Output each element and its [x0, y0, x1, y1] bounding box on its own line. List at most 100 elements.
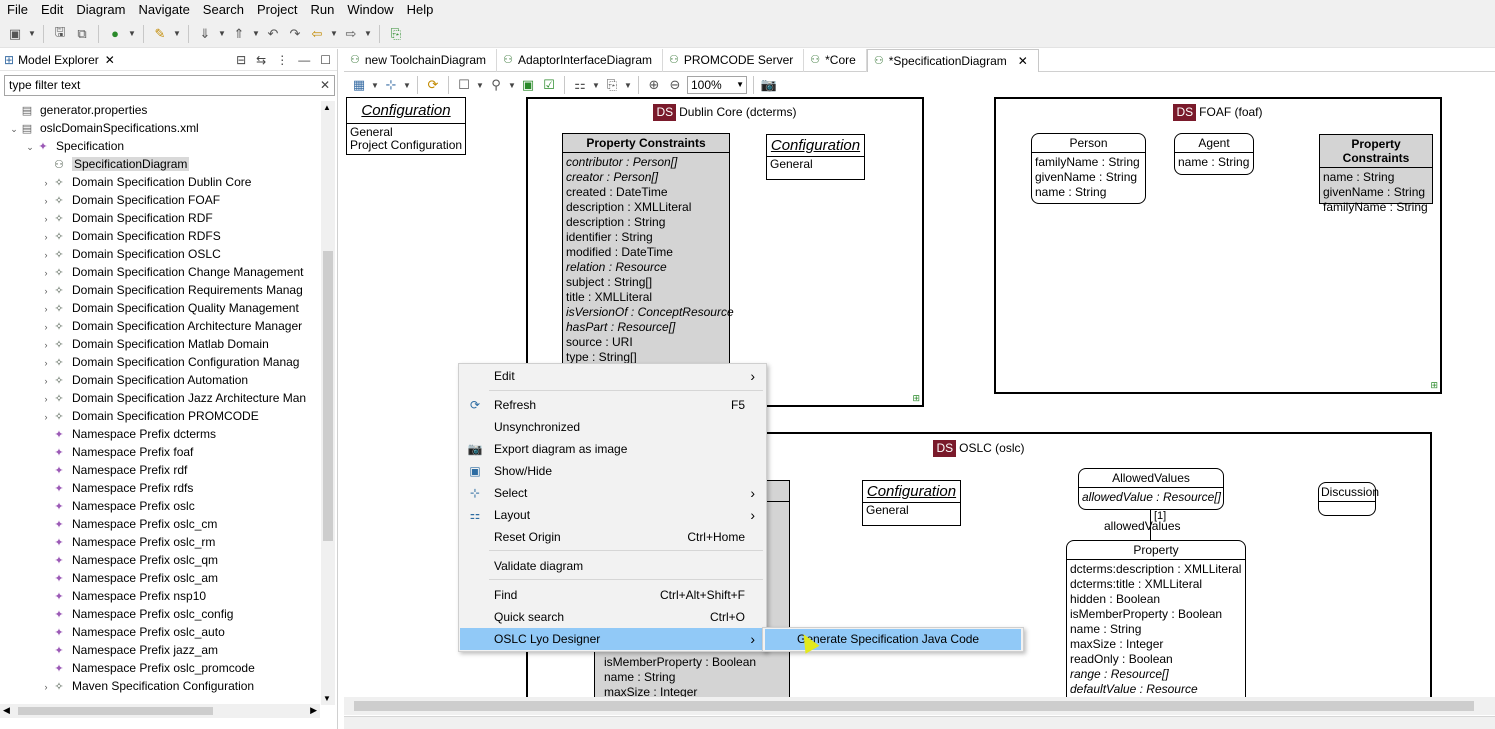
chevron-right-icon[interactable]: › — [40, 372, 52, 390]
editor-tab[interactable]: ⚇ PROMCODE Server — [663, 49, 805, 72]
canvas-horizontal-scrollbar[interactable] — [344, 697, 1495, 715]
last-edit-icon[interactable]: ↶ — [264, 25, 282, 43]
next-annotation-dropdown-icon[interactable]: ▼ — [218, 29, 226, 38]
scrollbar-thumb[interactable] — [323, 251, 333, 541]
filter-input[interactable]: type filter text ✕ — [4, 75, 335, 96]
tools-dropdown-icon[interactable]: ▼ — [173, 29, 181, 38]
foaf-property-constraints-node[interactable]: Property Constraints name : String given… — [1319, 134, 1433, 214]
tree-item[interactable]: ✦ Namespace Prefix jazz_am — [40, 641, 218, 659]
paste-format-icon[interactable]: ⎘ — [603, 76, 621, 94]
tree-item[interactable]: › ✧ Domain Specification OSLC — [40, 245, 221, 263]
prev-annotation-dropdown-icon[interactable]: ▼ — [252, 29, 260, 38]
tree-item[interactable]: ⚇ SpecificationDiagram — [40, 155, 190, 173]
tree-item[interactable]: ✦ Namespace Prefix nsp10 — [40, 587, 206, 605]
editor-tab[interactable]: ⚇ AdaptorInterfaceDiagram — [497, 49, 664, 72]
scroll-down-icon[interactable]: ▼ — [323, 694, 331, 703]
close-icon[interactable]: ✕ — [105, 53, 115, 67]
pin-editor-icon[interactable]: ⎘ — [387, 25, 405, 43]
menu-edit[interactable]: Edit — [34, 0, 69, 20]
tree-item[interactable]: › ✧ Domain Specification Dublin Core — [40, 173, 252, 192]
dublin-configuration-node[interactable]: Configuration General — [766, 134, 865, 180]
next-annotation-icon[interactable]: ⇓ — [196, 25, 214, 43]
chevron-right-icon[interactable]: › — [40, 282, 52, 300]
chevron-right-icon[interactable]: › — [40, 678, 52, 696]
menu-item-reset-origin[interactable]: Reset Origin Ctrl+Home — [460, 526, 765, 548]
tree-item[interactable]: ✦ Namespace Prefix oslc_config — [40, 605, 233, 623]
menu-item-select[interactable]: ⊹ Select › — [460, 482, 765, 504]
chevron-down-icon[interactable]: ⌄ — [8, 120, 20, 138]
paste-format-dropdown-icon[interactable]: ▼ — [624, 81, 632, 90]
dublin-core-frame[interactable]: DS Dublin Core (dcterms) Property Constra… — [526, 97, 924, 413]
tree-item[interactable]: › ✧ Domain Specification Quality Managemen… — [40, 299, 299, 317]
tree-item[interactable]: › ✧ Domain Specification FOAF — [40, 191, 221, 209]
zoom-select[interactable]: 100% ▼ — [687, 76, 747, 94]
select-all-icon[interactable]: ▦ — [350, 76, 368, 94]
chevron-right-icon[interactable]: › — [40, 318, 52, 336]
menu-item-export-diagram-as-image[interactable]: 📷 Export diagram as image — [460, 438, 765, 460]
run-icon[interactable]: ● — [106, 25, 124, 43]
maximize-icon[interactable]: ☐ — [320, 53, 331, 67]
allowed-values-node[interactable]: AllowedValues allowedValue : Resource[] — [1078, 468, 1224, 510]
tree-item[interactable]: › ✧ Domain Specification Automation — [40, 371, 249, 390]
tree-item[interactable]: ✦ Namespace Prefix oslc_promcode — [40, 659, 254, 677]
save-icon[interactable]: 🖫 — [51, 24, 69, 43]
agent-node[interactable]: Agent name : String — [1174, 133, 1254, 175]
forward-icon[interactable]: ⇨ — [342, 25, 360, 43]
editor-tab[interactable]: ⚇ *Core — [804, 49, 867, 72]
minimize-icon[interactable]: — — [298, 53, 310, 67]
tree-item[interactable]: ✦ Namespace Prefix oslc_rm — [40, 533, 215, 551]
tree-item[interactable]: ▤ generator.properties — [8, 101, 148, 119]
menu-item-find[interactable]: Find Ctrl+Alt+Shift+F — [460, 584, 765, 606]
validate-icon[interactable]: ☑ — [540, 76, 558, 94]
tree-item[interactable]: › ✧ Domain Specification Matlab Domain — [40, 335, 269, 353]
menu-item-unsynchronized[interactable]: Unsynchronized — [460, 416, 765, 438]
refresh-icon[interactable]: ⟳ — [424, 76, 442, 94]
layout-dropdown-icon[interactable]: ▼ — [592, 81, 600, 90]
tree-item[interactable]: › ✧ Domain Specification Architecture Mana… — [40, 317, 303, 336]
layout-icon[interactable]: ⚏ — [571, 76, 589, 94]
menu-item-edit[interactable]: Edit › — [460, 365, 765, 387]
pin-dropdown-icon[interactable]: ▼ — [476, 81, 484, 90]
chevron-right-icon[interactable]: › — [40, 354, 52, 372]
chevron-right-icon[interactable]: › — [40, 300, 52, 318]
editor-tab[interactable]: ⚇ *SpecificationDiagram ✕ — [866, 49, 1039, 73]
back-dropdown-icon[interactable]: ▼ — [330, 29, 338, 38]
menu-item-validate-diagram[interactable]: Validate diagram — [460, 555, 765, 577]
tree-item[interactable]: › ✧ Domain Specification RDFS — [40, 227, 221, 245]
chevron-right-icon[interactable]: › — [40, 174, 52, 192]
zoom-out-icon[interactable]: ⊖ — [666, 76, 684, 94]
tree-horizontal-scrollbar[interactable]: ◀ ▶ — [0, 704, 320, 718]
tree-item[interactable]: ⌄ ▤ oslcDomainSpecifications.xml — [8, 119, 199, 137]
run-dropdown-icon[interactable]: ▼ — [128, 29, 136, 38]
menu-window[interactable]: Window — [340, 0, 399, 20]
back-icon[interactable]: ⇦ — [308, 25, 326, 43]
menu-search[interactable]: Search — [196, 0, 250, 20]
chevron-right-icon[interactable]: › — [40, 210, 52, 228]
filter-dropdown-icon[interactable]: ▼ — [508, 81, 516, 90]
menu-item-layout[interactable]: ⚏ Layout › — [460, 504, 765, 526]
tree-item[interactable]: › ✧ Domain Specification RDF — [40, 209, 213, 227]
frame-resize-icon[interactable]: ⊞ — [1430, 380, 1438, 391]
tree-item[interactable]: ✦ Namespace Prefix rdf — [40, 461, 187, 479]
tree-item[interactable]: ✦ Namespace Prefix oslc_auto — [40, 623, 224, 641]
menu-navigate[interactable]: Navigate — [131, 0, 195, 20]
tree-item[interactable]: ✦ Namespace Prefix dcterms — [40, 425, 216, 443]
menu-item-show-hide[interactable]: ▣ Show/Hide — [460, 460, 765, 482]
chevron-right-icon[interactable]: › — [40, 408, 52, 426]
select-dropdown-icon[interactable]: ▼ — [371, 81, 379, 90]
close-tab-icon[interactable]: ✕ — [1018, 50, 1028, 73]
scroll-left-icon[interactable]: ◀ — [3, 705, 10, 716]
tree-item[interactable]: › ✧ Maven Specification Configuration — [40, 677, 255, 696]
menu-help[interactable]: Help — [400, 0, 440, 20]
tools-icon[interactable]: ✎ — [151, 25, 169, 43]
menu-project[interactable]: Project — [250, 0, 303, 20]
foaf-frame[interactable]: DS FOAF (foaf) Person familyName : String… — [994, 97, 1442, 394]
zoom-in-icon[interactable]: ⊕ — [645, 76, 663, 94]
scrollbar-thumb[interactable] — [354, 701, 1474, 711]
tree-item[interactable]: ✦ Namespace Prefix oslc — [40, 497, 194, 515]
chevron-down-icon[interactable]: ⌄ — [24, 138, 36, 156]
property-node[interactable]: Property dcterms:description : XMLLitera… — [1066, 540, 1246, 697]
chevron-right-icon[interactable]: › — [40, 228, 52, 246]
tree-item[interactable]: › ✧ Domain Specification Jazz Architecture… — [40, 389, 307, 407]
tree-item[interactable]: › ✧ Domain Specification Configuration Man… — [40, 353, 300, 372]
